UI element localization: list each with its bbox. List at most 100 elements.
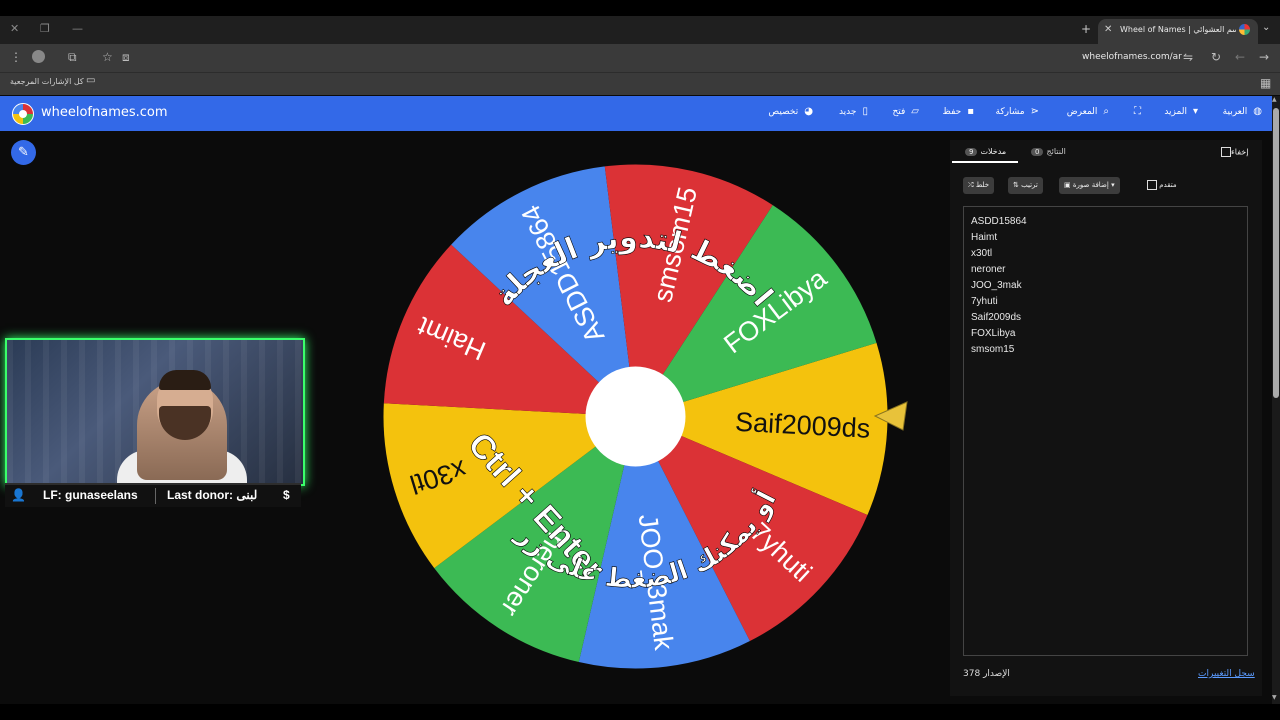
- save-button[interactable]: ▪ حفظ: [936, 106, 974, 120]
- wheel-center[interactable]: [585, 366, 686, 467]
- advanced-checkbox[interactable]: متقدم: [1144, 180, 1177, 190]
- fullscreen-button[interactable]: ⛶: [1127, 106, 1141, 120]
- share-label: مشاركة: [995, 107, 1025, 117]
- wheel-pointer-icon: [873, 401, 908, 431]
- sort-label: ترتيب: [1021, 181, 1038, 189]
- tab-entries[interactable]: 9 مدخلات: [962, 147, 1006, 156]
- minimize-window-icon[interactable]: —: [72, 22, 83, 35]
- scrollbar-thumb[interactable]: [1273, 108, 1279, 398]
- language-label: العربية: [1222, 107, 1248, 117]
- entry-line: neroner: [971, 264, 1006, 275]
- advanced-label: متقدم: [1159, 181, 1177, 189]
- sort-button[interactable]: ⇅ ترتيب: [1008, 177, 1043, 194]
- folder-icon: ▭: [86, 75, 96, 86]
- translate-icon[interactable]: ⧈: [122, 50, 130, 65]
- last-donor-text: Last donor: لبنى: [167, 488, 258, 502]
- entries-textarea[interactable]: ASDD15864 Haimt x30tl neroner JOO_3mak 7…: [963, 206, 1248, 656]
- active-tab-indicator: [952, 161, 1018, 163]
- caret-down-icon: ▾: [1192, 106, 1198, 117]
- entry-line: Saif2009ds: [971, 312, 1022, 323]
- new-button[interactable]: ▯ جديد: [832, 106, 868, 120]
- restore-window-icon[interactable]: ❐: [40, 22, 50, 35]
- tab-close-icon[interactable]: ✕: [1104, 24, 1112, 35]
- browser-tab[interactable]: ✕ Wheel of Names | اسم العشوائي: [1098, 19, 1258, 44]
- lf-text: LF: gunaseelans: [43, 488, 138, 502]
- edit-pencil-button[interactable]: ✎: [11, 140, 36, 165]
- entry-line: smsom15: [971, 344, 1015, 355]
- tab-search-icon[interactable]: ⌄: [1262, 22, 1270, 33]
- new-file-icon: ▯: [862, 106, 868, 117]
- add-image-button[interactable]: ▣ إضافة صورة ▾: [1059, 177, 1120, 194]
- profile-icon[interactable]: [32, 50, 45, 63]
- caret-down-icon: ▾: [1111, 181, 1115, 189]
- share-button[interactable]: ⋖ مشاركة: [991, 106, 1039, 120]
- os-bottom-bar: [0, 704, 1280, 720]
- wheel[interactable]: Saif2009ds7yhutiJOO_3makneronerx30tlHaim…: [383, 164, 888, 669]
- customize-button[interactable]: ◕ تخصيص: [759, 106, 813, 120]
- bookmark-star-icon[interactable]: ☆: [102, 50, 113, 64]
- language-menu[interactable]: ◍ العربية: [1216, 106, 1262, 120]
- customize-label: تخصيص: [768, 107, 799, 117]
- pencil-icon: ✎: [18, 145, 29, 160]
- version-number: 378: [963, 669, 981, 679]
- entry-line: Haimt: [971, 232, 998, 243]
- save-icon: ▪: [967, 106, 974, 117]
- webcam-hair: [159, 370, 211, 390]
- user-icon: 👤: [11, 488, 26, 502]
- changelog-link[interactable]: سجل التغييرات: [1198, 669, 1255, 679]
- close-window-icon[interactable]: ✕: [10, 22, 19, 35]
- fullscreen-icon: ⛶: [1134, 106, 1141, 117]
- forward-icon[interactable]: ←: [1235, 50, 1245, 64]
- checkbox-icon: [1221, 147, 1231, 157]
- checkbox-icon: [1147, 180, 1157, 190]
- results-tab-label: النتائج: [1046, 147, 1066, 156]
- kebab-menu-icon[interactable]: ⋮: [10, 50, 22, 64]
- stream-info-bar: 👤 LF: gunaseelans Last donor: لبنى $: [5, 483, 301, 507]
- gallery-label: المعرض: [1066, 107, 1098, 117]
- extensions-icon[interactable]: ⧉: [68, 50, 77, 65]
- search-icon: ⌕: [1103, 106, 1109, 117]
- shuffle-icon: ⤮: [968, 181, 974, 189]
- globe-icon: ◍: [1253, 106, 1262, 117]
- apps-grid-icon[interactable]: ▦: [1260, 76, 1271, 90]
- sort-icon: ⇅: [1013, 181, 1019, 189]
- entries-tab-label: مدخلات: [980, 147, 1007, 156]
- new-label: جديد: [838, 107, 857, 117]
- scroll-down-arrow-icon[interactable]: ▼: [1272, 694, 1277, 701]
- hide-checkbox[interactable]: إخفاء: [1218, 147, 1248, 157]
- tab-favicon-icon: [1239, 24, 1250, 35]
- shuffle-button[interactable]: ⤮ خلط: [963, 177, 995, 194]
- webcam-overlay: [5, 338, 305, 486]
- results-count-badge: 0: [1031, 148, 1044, 156]
- logo-center-dot: [19, 110, 27, 118]
- url-field[interactable]: wheelofnames.com/ar: [1082, 52, 1182, 62]
- image-icon: ▣: [1064, 181, 1071, 189]
- divider: [155, 488, 156, 504]
- back-icon[interactable]: →: [1259, 50, 1269, 64]
- scroll-up-arrow-icon[interactable]: ▲: [1272, 96, 1277, 103]
- entry-line: JOO_3mak: [971, 280, 1022, 291]
- more-menu[interactable]: ▾ المزيد: [1158, 106, 1198, 120]
- share-icon: ⋖: [1030, 106, 1039, 117]
- site-settings-icon[interactable]: ⇋: [1183, 50, 1193, 64]
- add-image-label: إضافة صورة: [1072, 181, 1109, 189]
- new-tab-icon[interactable]: +: [1081, 22, 1091, 36]
- save-label: حفظ: [942, 107, 962, 117]
- entries-count-badge: 9: [965, 148, 978, 156]
- site-title[interactable]: wheelofnames.com: [41, 105, 168, 120]
- palette-icon: ◕: [804, 106, 813, 117]
- version-info: 378 الإصدار: [963, 669, 1010, 679]
- version-label: الإصدار: [983, 669, 1010, 679]
- entry-line: FOXLibya: [971, 328, 1016, 339]
- entry-line: 7yhuti: [971, 296, 998, 307]
- folder-open-icon: ▱: [911, 106, 919, 117]
- open-label: فتح: [892, 107, 906, 117]
- open-button[interactable]: ▱ فتح: [885, 106, 919, 120]
- shuffle-label: خلط: [975, 181, 990, 189]
- entry-line: ASDD15864: [971, 216, 1027, 227]
- gallery-button[interactable]: ⌕ المعرض: [1057, 106, 1109, 120]
- tab-results[interactable]: 0 النتائج: [1028, 147, 1066, 156]
- reload-icon[interactable]: ↻: [1211, 50, 1221, 64]
- dollar-icon: $: [283, 488, 290, 502]
- all-bookmarks-label[interactable]: كل الإشارات المرجعية: [10, 77, 84, 86]
